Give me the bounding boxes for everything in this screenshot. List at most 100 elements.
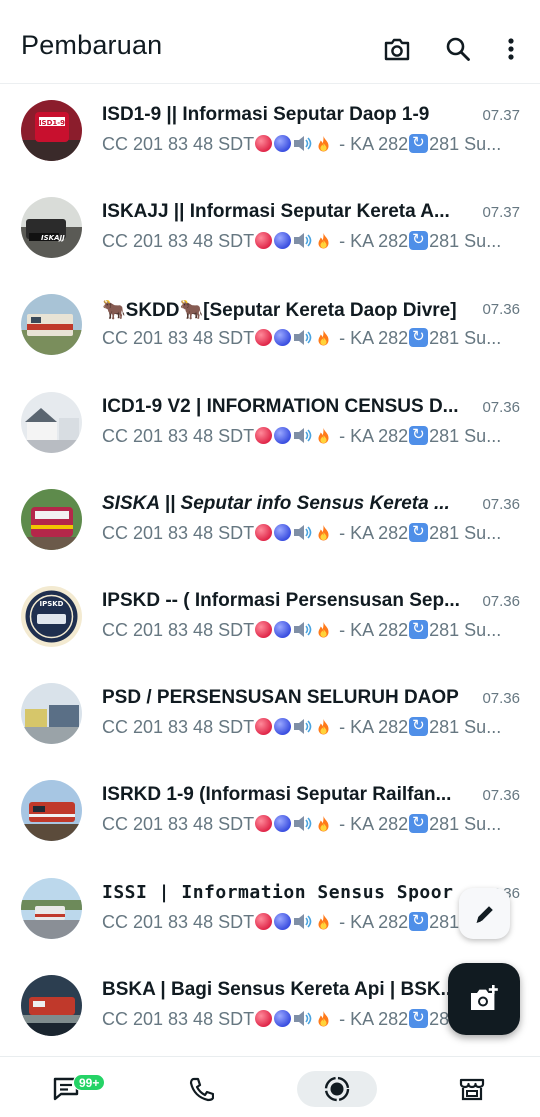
channel-avatar[interactable] — [21, 683, 82, 745]
fire-icon — [313, 328, 334, 348]
preview-emoji-group — [254, 912, 334, 932]
red-circle-icon — [255, 135, 273, 152]
blue-circle-icon — [274, 329, 292, 347]
svg-text:ISKAJJ: ISKAJJ — [41, 234, 65, 242]
blue-circle-icon — [274, 620, 292, 638]
red-circle-icon — [255, 912, 273, 930]
preview-emoji-group — [254, 328, 334, 348]
speaker-icon — [292, 426, 313, 446]
preview-text-end: 281 Su... — [429, 522, 502, 543]
repeat-icon — [409, 911, 429, 931]
channel-name: BSKA | Bagi Sensus Kereta Api | BSK... — [102, 978, 457, 1000]
preview-text-start: CC 201 83 48 SDT — [102, 1008, 255, 1029]
channel-row[interactable]: IPSKD IPSKD -- ( Informasi Persensusan Se… — [0, 570, 540, 667]
channel-avatar[interactable] — [21, 391, 82, 453]
speaker-icon — [292, 523, 313, 543]
channel-row[interactable]: 🐂SKDD🐂[Seputar Kereta Daop Divre] 07.36 CC… — [0, 278, 540, 375]
blue-circle-icon — [274, 135, 292, 152]
fire-icon — [313, 1009, 334, 1029]
new-status-camera-button[interactable] — [448, 963, 520, 1035]
channel-avatar[interactable] — [21, 294, 82, 356]
channel-avatar[interactable] — [21, 488, 82, 550]
repeat-icon — [409, 1008, 429, 1028]
preview-text-middle: - KA 282 — [334, 522, 409, 543]
preview-emoji-group — [254, 1009, 334, 1029]
channel-avatar[interactable] — [21, 877, 82, 939]
channel-avatar[interactable] — [21, 974, 82, 1036]
channel-time: 07.37 — [482, 107, 520, 124]
channel-row[interactable]: ISKAJJ ISKAJJ || Informasi Seputar Kereta… — [0, 181, 540, 278]
preview-text-middle: - KA 282 — [334, 814, 409, 835]
channel-name: ISD1-9 || Informasi Seputar Daop 1-9 — [102, 104, 430, 125]
camera-icon[interactable] — [379, 31, 415, 67]
new-text-status-button[interactable] — [459, 888, 510, 939]
preview-text-middle: - KA 282 — [334, 911, 409, 932]
channel-name: PSD / PERSENSUSAN SELURUH DAOP — [102, 687, 459, 709]
channel-message-preview: CC 201 83 48 SDT - KA 282281 Su... — [102, 814, 520, 835]
calls-icon — [189, 1077, 214, 1102]
repeat-icon — [409, 522, 429, 542]
preview-text-start: CC 201 83 48 SDT — [102, 328, 255, 349]
speaker-icon — [292, 231, 313, 251]
preview-text-middle: - KA 282 — [334, 425, 409, 446]
communities-store-icon — [459, 1078, 485, 1101]
more-vertical-icon[interactable] — [493, 31, 529, 67]
preview-emoji-group — [254, 231, 334, 251]
repeat-icon — [409, 814, 429, 834]
channel-time: 07.36 — [482, 495, 520, 513]
preview-text-start: CC 201 83 48 SDT — [102, 814, 255, 835]
channel-message-preview: CC 201 83 48 SDT - KA 282281 Su... — [102, 911, 520, 933]
preview-text-start: CC 201 83 48 SDT — [102, 134, 255, 154]
channel-avatar[interactable] — [21, 780, 82, 842]
channel-row[interactable]: PSD / PERSENSUSAN SELURUH DAOP 07.36 CC 20… — [0, 667, 540, 764]
channel-row[interactable]: ISD1-9 ISD1-9 || Informasi Seputar Daop 1… — [0, 84, 540, 181]
channel-avatar[interactable]: ISD1-9 — [21, 100, 82, 161]
red-circle-icon — [255, 1009, 273, 1027]
preview-emoji-group — [254, 620, 334, 640]
channel-time: 07.37 — [482, 204, 520, 222]
preview-text-start: CC 201 83 48 SDT — [102, 231, 255, 252]
channel-row[interactable]: ISRKD 1-9 (Informasi Seputar Railfan... 0… — [0, 764, 540, 861]
fire-icon — [313, 134, 334, 154]
channel-message-preview: CC 201 83 48 SDT - KA 282281 Su... — [102, 522, 520, 544]
channel-row[interactable]: SISKA || Seputar info Sensus Kereta ... 0… — [0, 473, 540, 570]
preview-text-end: 281 Su... — [429, 231, 502, 252]
chats-unread-badge: 99+ — [73, 1074, 106, 1091]
channel-message-preview: CC 201 83 48 SDT - KA 282281 Su... — [102, 328, 520, 349]
preview-text-end: 281 Su... — [429, 328, 502, 349]
preview-text-middle: - KA 282 — [334, 619, 409, 640]
channel-time: 07.36 — [482, 301, 520, 319]
fire-icon — [313, 912, 334, 932]
camera-plus-icon — [471, 985, 498, 1010]
preview-emoji-group — [254, 523, 334, 543]
preview-emoji-group — [254, 717, 334, 737]
fire-icon — [313, 620, 334, 640]
nav-communities[interactable] — [432, 1071, 512, 1107]
preview-text-start: CC 201 83 48 SDT — [102, 619, 255, 640]
red-circle-icon — [255, 329, 273, 347]
preview-text-middle: - KA 282 — [334, 717, 409, 738]
speaker-icon — [292, 1009, 313, 1029]
preview-emoji-group — [254, 814, 334, 834]
blue-circle-icon — [274, 426, 292, 444]
channel-avatar[interactable]: ISKAJJ — [21, 197, 82, 259]
channel-time: 07.36 — [482, 398, 520, 416]
channel-avatar[interactable]: IPSKD — [21, 585, 82, 647]
channel-row[interactable]: ICD1-9 V2 | INFORMATION CENSUS D... 07.36… — [0, 376, 540, 473]
fire-icon — [313, 523, 334, 543]
blue-circle-icon — [274, 815, 292, 833]
fire-icon — [313, 426, 334, 446]
preview-text-middle: - KA 282 — [334, 231, 409, 252]
fire-icon — [313, 231, 334, 251]
blue-circle-icon — [274, 912, 292, 930]
red-circle-icon — [255, 426, 273, 444]
preview-text-middle: - KA 282 — [334, 134, 409, 154]
search-icon[interactable] — [440, 31, 476, 67]
preview-text-end: 281 Su... — [429, 134, 502, 154]
channel-message-preview: CC 201 83 48 SDT - KA 282281 Su... — [102, 425, 520, 447]
pencil-icon — [476, 905, 493, 923]
nav-updates[interactable] — [297, 1071, 377, 1107]
svg-text:ISD1-9: ISD1-9 — [39, 119, 65, 127]
preview-text-end: 281 Su... — [429, 619, 502, 640]
nav-calls[interactable] — [161, 1071, 241, 1107]
